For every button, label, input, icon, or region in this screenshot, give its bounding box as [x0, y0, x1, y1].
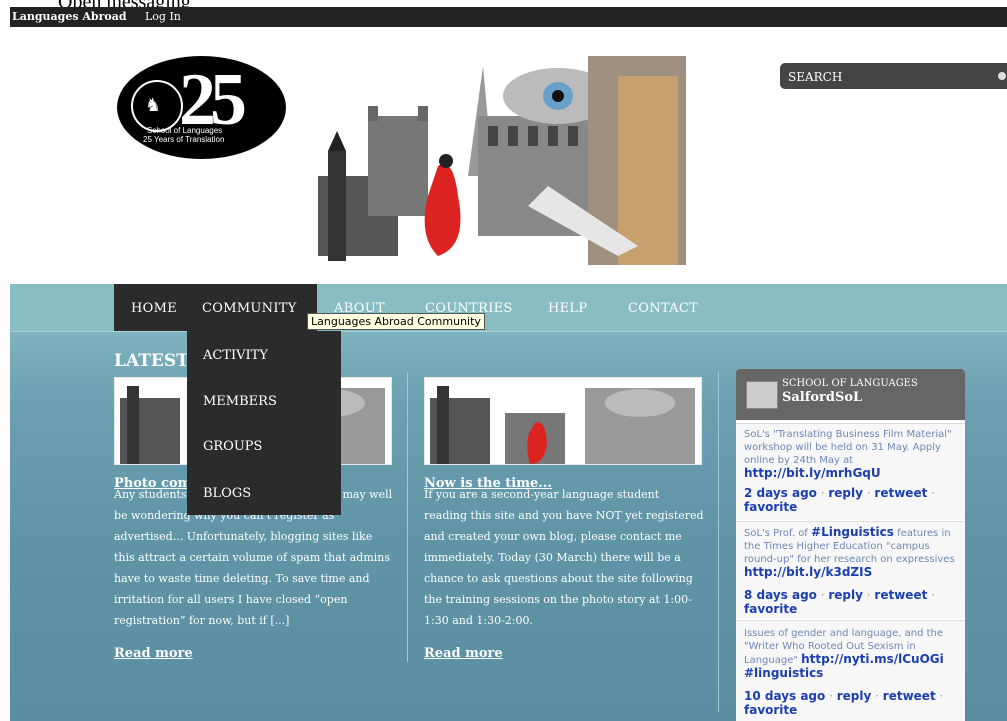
tweet-actions: 2 days ago · reply · retweet · favorite — [744, 486, 935, 514]
dropdown-item-groups[interactable]: GROUPS — [203, 439, 262, 454]
logo-caption-line2: 25 Years of Translation — [143, 135, 225, 144]
admin-bar: Languages Abroad Log In — [10, 7, 1007, 27]
tweet-link[interactable]: http://bit.ly/mrhGqU — [744, 466, 881, 480]
university-seal-icon: ♞ — [131, 80, 183, 132]
search-input[interactable] — [780, 63, 1000, 91]
site-logo[interactable]: ♞ 25 School of Languages 25 Years of Tra… — [117, 56, 286, 159]
read-more-link[interactable]: Read more — [424, 646, 503, 661]
admin-bar-site-link[interactable]: Languages Abroad — [12, 10, 127, 23]
search-icon[interactable] — [998, 72, 1006, 80]
nav-item-home[interactable]: HOME — [131, 301, 177, 316]
admin-bar-login-link[interactable]: Log In — [145, 10, 181, 23]
tweet-body: SoL's Prof. of — [744, 528, 808, 539]
tweet-body: SoL's "Translating Business Film Materia… — [744, 429, 952, 466]
nav-item-contact[interactable]: CONTACT — [628, 301, 698, 316]
tweet-favorite-link[interactable]: favorite — [744, 500, 797, 514]
column-divider — [718, 372, 719, 712]
tweet: SoL's "Translating Business Film Materia… — [736, 423, 965, 520]
twitter-org-name: SCHOOL OF LANGUAGES — [782, 378, 918, 389]
column-divider — [407, 372, 408, 662]
tweet-actions: 10 days ago · reply · retweet · favorite — [744, 689, 944, 717]
tweet-link[interactable]: http://bit.ly/k3dZIS — [744, 565, 872, 579]
community-dropdown-menu: ACTIVITY MEMBERS GROUPS BLOGS — [187, 331, 341, 515]
search-box — [780, 63, 1007, 91]
tweet-retweet-link[interactable]: retweet — [874, 588, 927, 602]
tweet-retweet-link[interactable]: retweet — [874, 486, 927, 500]
tweet-text: SoL's "Translating Business Film Materia… — [744, 428, 959, 481]
community-tooltip: Languages Abroad Community — [307, 313, 485, 330]
tweet-hashtag-link[interactable]: #Linguistics — [811, 525, 894, 539]
tweet: SoL's Prof. of #Linguistics features in … — [736, 521, 965, 618]
twitter-widget: SCHOOL OF LANGUAGES SalfordSoL SoL's "Tr… — [736, 369, 965, 721]
tweet: Issues of gender and language, and the "… — [736, 620, 965, 721]
post-thumbnail[interactable] — [424, 377, 702, 465]
tweet-time-link[interactable]: 10 days ago — [744, 689, 825, 703]
nav-item-help[interactable]: HELP — [548, 301, 587, 316]
tweet-time-link[interactable]: 8 days ago — [744, 588, 817, 602]
header-collage-image — [318, 56, 686, 265]
tweet-actions: 8 days ago · reply · retweet · favorite — [744, 588, 935, 616]
tweet-retweet-link[interactable]: retweet — [883, 689, 936, 703]
tweet-reply-link[interactable]: reply — [828, 486, 863, 500]
tweet-text: SoL's Prof. of #Linguistics features in … — [744, 526, 959, 580]
dropdown-item-members[interactable]: MEMBERS — [203, 394, 277, 409]
dropdown-item-activity[interactable]: ACTIVITY — [203, 348, 268, 363]
twitter-widget-header: SCHOOL OF LANGUAGES SalfordSoL — [736, 369, 965, 420]
tweet-reply-link[interactable]: reply — [837, 689, 872, 703]
tweet-reply-link[interactable]: reply — [828, 588, 863, 602]
tweet-time-link[interactable]: 2 days ago — [744, 486, 817, 500]
twitter-avatar[interactable] — [746, 381, 778, 409]
nav-item-community[interactable]: COMMUNITY — [202, 301, 297, 316]
read-more-link[interactable]: Read more — [114, 646, 193, 661]
post-excerpt: If you are a second-year language studen… — [424, 488, 704, 627]
twitter-handle-link[interactable]: SalfordSoL — [782, 390, 862, 405]
tweet-text: Issues of gender and language, and the "… — [744, 627, 959, 681]
dropdown-item-blogs[interactable]: BLOGS — [203, 486, 251, 501]
tweet-favorite-link[interactable]: favorite — [744, 703, 797, 717]
tweet-hashtag-link[interactable]: #linguistics — [744, 666, 823, 680]
tweet-favorite-link[interactable]: favorite — [744, 602, 797, 616]
latest-heading: LATEST — [114, 351, 189, 371]
tweet-link[interactable]: http://nyti.ms/lCuOGi — [801, 652, 944, 666]
logo-caption-line1: School of Languages — [147, 126, 223, 135]
